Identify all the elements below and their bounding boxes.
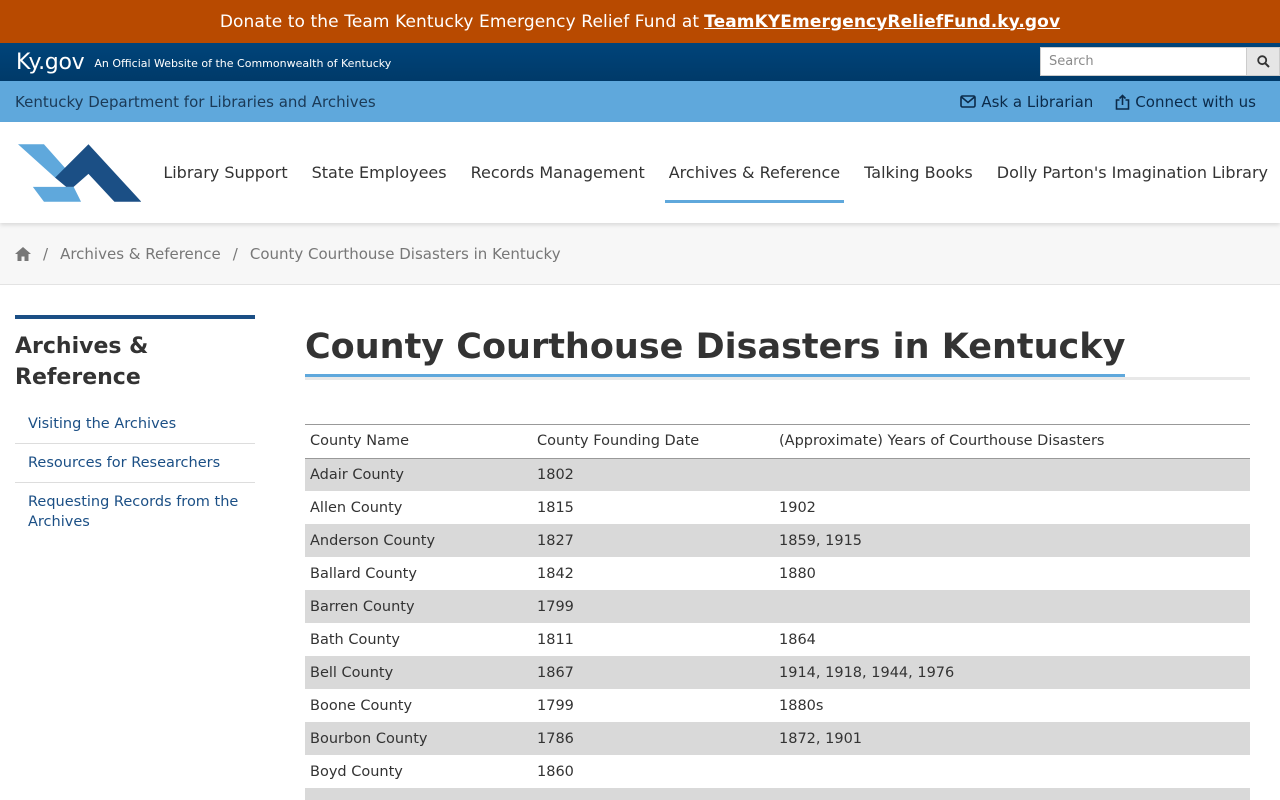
nav-item-state-employees[interactable]: State Employees xyxy=(300,122,459,223)
donate-text: Donate to the Team Kentucky Emergency Re… xyxy=(219,11,700,32)
sidebar: Archives & Reference Visiting the Archiv… xyxy=(15,315,255,800)
table-cell: 1880s xyxy=(779,697,824,714)
ask-librarian-label: Ask a Librarian xyxy=(981,92,1094,111)
table-cell: Barren County xyxy=(305,590,532,624)
table-cell xyxy=(532,788,774,800)
connect-link[interactable]: Connect with us xyxy=(1115,93,1256,111)
table-header-row: County Name County Founding Date (Approx… xyxy=(305,423,1250,459)
table-header: County Name xyxy=(305,423,532,459)
table-cell: Bath County xyxy=(310,631,400,648)
kdla-logo-icon[interactable] xyxy=(18,142,142,204)
breadcrumb: / Archives & Reference / County Courthou… xyxy=(0,223,1280,285)
table-row: Bell County 1867 1914, 1918, 1944, 1976 xyxy=(305,656,1250,690)
nav-item-records-management[interactable]: Records Management xyxy=(459,122,657,223)
main-navigation: Library Support State Employees Records … xyxy=(0,122,1280,223)
table-cell: 1786 xyxy=(532,722,774,756)
table-cell: 1864 xyxy=(779,631,816,648)
table-cell xyxy=(774,458,1250,492)
page-content: Archives & Reference Visiting the Archiv… xyxy=(0,285,1280,800)
kygov-logo[interactable]: Ky.gov xyxy=(16,50,85,75)
main-content: County Courthouse Disasters in Kentucky … xyxy=(305,315,1250,800)
sidebar-title: Archives & Reference xyxy=(15,334,149,390)
table-cell: 1799 xyxy=(537,697,574,714)
table-header: County Founding Date xyxy=(532,423,774,459)
agency-links: Ask a Librarian Connect with us xyxy=(960,93,1256,111)
table-cell: Boone County xyxy=(310,697,413,714)
connect-label: Connect with us xyxy=(1135,92,1256,111)
sidebar-item-resources[interactable]: Resources for Researchers xyxy=(15,444,255,483)
table-row: Boyd County 1860 xyxy=(305,755,1250,788)
kygov-bar: Ky.gov An Official Website of the Common… xyxy=(0,43,1280,81)
nav-item-archives-reference[interactable]: Archives & Reference xyxy=(657,122,852,223)
table-cell xyxy=(774,755,1250,788)
title-bar: County Courthouse Disasters in Kentucky xyxy=(305,312,1250,380)
home-icon[interactable] xyxy=(15,246,31,261)
table-row: Boone County 1799 1880s xyxy=(305,689,1250,722)
table-cell: 1815 xyxy=(537,499,574,516)
sidebar-list: Visiting the Archives Resources for Rese… xyxy=(15,405,255,541)
table-cell: Anderson County xyxy=(305,524,532,558)
sidebar-item-requesting[interactable]: Requesting Records from the Archives xyxy=(15,483,255,541)
table-row: Allen County 1815 1902 xyxy=(305,491,1250,524)
table-row: Anderson County 1827 1859, 1915 xyxy=(305,524,1250,558)
table-cell: 1914, 1918, 1944, 1976 xyxy=(774,656,1250,690)
table-cell: Allen County xyxy=(310,499,403,516)
table-cell xyxy=(305,788,532,800)
share-icon xyxy=(1115,93,1130,110)
search-input[interactable] xyxy=(1040,47,1246,76)
table-cell: 1799 xyxy=(532,590,774,624)
agency-bar: Kentucky Department for Libraries and Ar… xyxy=(0,81,1280,122)
table-cell: Boyd County xyxy=(310,763,403,780)
breadcrumb-separator: / xyxy=(232,244,238,263)
table-row xyxy=(305,788,1250,800)
nav-item-imagination-library[interactable]: Dolly Parton's Imagination Library xyxy=(985,122,1280,223)
table-header: (Approximate) Years of Courthouse Disast… xyxy=(774,423,1250,459)
envelope-icon xyxy=(960,95,977,108)
donate-link[interactable]: TeamKYEmergencyReliefFund.ky.gov xyxy=(704,12,1060,32)
table-cell: 1872, 1901 xyxy=(774,722,1250,756)
table-cell xyxy=(774,590,1250,624)
table-cell: Ballard County xyxy=(310,565,417,582)
table-cell: Bourbon County xyxy=(305,722,532,756)
table-cell: 1880 xyxy=(779,565,816,582)
table-row: Bath County 1811 1864 xyxy=(305,623,1250,656)
official-website-text: An Official Website of the Commonwealth … xyxy=(94,56,392,70)
table-cell: 1802 xyxy=(532,458,774,492)
ask-librarian-link[interactable]: Ask a Librarian xyxy=(960,93,1093,111)
table-row: Adair County 1802 xyxy=(305,458,1250,492)
breadcrumb-current: County Courthouse Disasters in Kentucky xyxy=(249,244,561,263)
table-row: Barren County 1799 xyxy=(305,590,1250,624)
disasters-table: County Name County Founding Date (Approx… xyxy=(305,423,1250,800)
nav-list: Library Support State Employees Records … xyxy=(151,122,1280,223)
table-cell: Adair County xyxy=(305,458,532,492)
search-icon xyxy=(1256,55,1270,68)
table-row: Bourbon County 1786 1872, 1901 xyxy=(305,722,1250,756)
table-cell: 1860 xyxy=(537,763,574,780)
table-body: Adair County 1802 Allen County 1815 1902 Ande… xyxy=(305,458,1250,800)
table-cell: 1842 xyxy=(537,565,574,582)
page-title: County Courthouse Disasters in Kentucky xyxy=(305,312,1126,377)
sidebar-item-visiting[interactable]: Visiting the Archives xyxy=(15,405,255,444)
table-cell: 1859, 1915 xyxy=(774,524,1250,558)
table-cell: 1811 xyxy=(537,631,574,648)
donate-banner: Donate to the Team Kentucky Emergency Re… xyxy=(0,0,1280,43)
nav-item-library-support[interactable]: Library Support xyxy=(151,122,299,223)
table-cell: 1827 xyxy=(532,524,774,558)
table-cell: 1902 xyxy=(779,499,816,516)
nav-item-talking-books[interactable]: Talking Books xyxy=(852,122,985,223)
table-cell xyxy=(774,788,1250,800)
site-search xyxy=(1040,47,1280,76)
table-cell: 1867 xyxy=(532,656,774,690)
table-cell: Bell County xyxy=(305,656,532,690)
table-row: Ballard County 1842 1880 xyxy=(305,557,1250,590)
breadcrumb-section[interactable]: Archives & Reference xyxy=(60,245,221,263)
breadcrumb-separator: / xyxy=(43,244,49,263)
search-button[interactable] xyxy=(1246,47,1280,76)
agency-name[interactable]: Kentucky Department for Libraries and Ar… xyxy=(15,93,376,111)
